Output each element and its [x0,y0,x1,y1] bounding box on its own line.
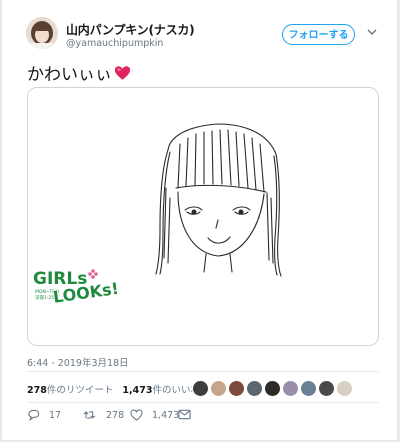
liker-avatar[interactable] [210,380,227,397]
girls-looks-logo: GIRLs LOOKs! MON~THU 深夜1:25~ [33,269,120,307]
like-stat[interactable]: 1,473件のいいね [122,385,200,396]
retweet-icon [83,410,96,419]
retweet-count-stat: 278 [27,385,47,396]
retweet-stat-label: 件のリツイート [46,385,114,396]
svg-text:深夜1:25~: 深夜1:25~ [35,294,58,301]
username-handle[interactable]: @yamauchipumpkin [66,38,163,49]
reply-button[interactable]: 17 [27,409,61,421]
divider [27,371,379,372]
liker-avatar[interactable] [300,380,317,397]
liker-avatar[interactable] [264,380,281,397]
divider [27,402,379,403]
tweet-text-content: かわいぃぃ [27,65,112,85]
svg-text:MON~THU: MON~THU [35,289,59,295]
tweet-media-image[interactable]: GIRLs LOOKs! MON~THU 深夜1:25~ [27,87,379,346]
liker-avatar[interactable] [246,380,263,397]
liker-avatar[interactable] [318,380,335,397]
tweet-text: かわいぃぃ [27,60,131,85]
retweet-button[interactable]: 278 [83,409,124,421]
retweet-count: 278 [106,409,125,421]
chevron-down-icon[interactable] [366,27,378,37]
reply-icon [28,409,40,421]
heart-emoji-icon [114,65,131,80]
like-button[interactable]: 1,473 [130,409,179,421]
avatar[interactable] [26,17,58,49]
liker-avatar[interactable] [282,380,299,397]
reply-count: 17 [49,409,62,421]
display-name[interactable]: 山内パンプキン(ナスカ) [66,21,195,38]
follow-button[interactable]: フォローする [282,24,355,45]
like-count-stat: 1,473 [122,385,153,396]
like-count: 1,473 [152,409,180,421]
liker-avatar[interactable] [192,380,209,397]
engagement-stats: 278件のリツイート 1,473件のいいね [27,382,200,396]
liker-avatar[interactable] [228,380,245,397]
message-icon [178,409,191,420]
liker-avatar[interactable] [336,380,353,397]
tweet-card: 山内パンプキン(ナスカ) @yamauchipumpkin フォローする かわい… [1,0,398,441]
like-icon [130,409,143,421]
direct-message-button[interactable] [178,409,200,420]
tweet-timestamp[interactable]: 6:44 - 2019年3月18日 [27,355,129,369]
retweet-stat[interactable]: 278件のリツイート [27,385,113,396]
